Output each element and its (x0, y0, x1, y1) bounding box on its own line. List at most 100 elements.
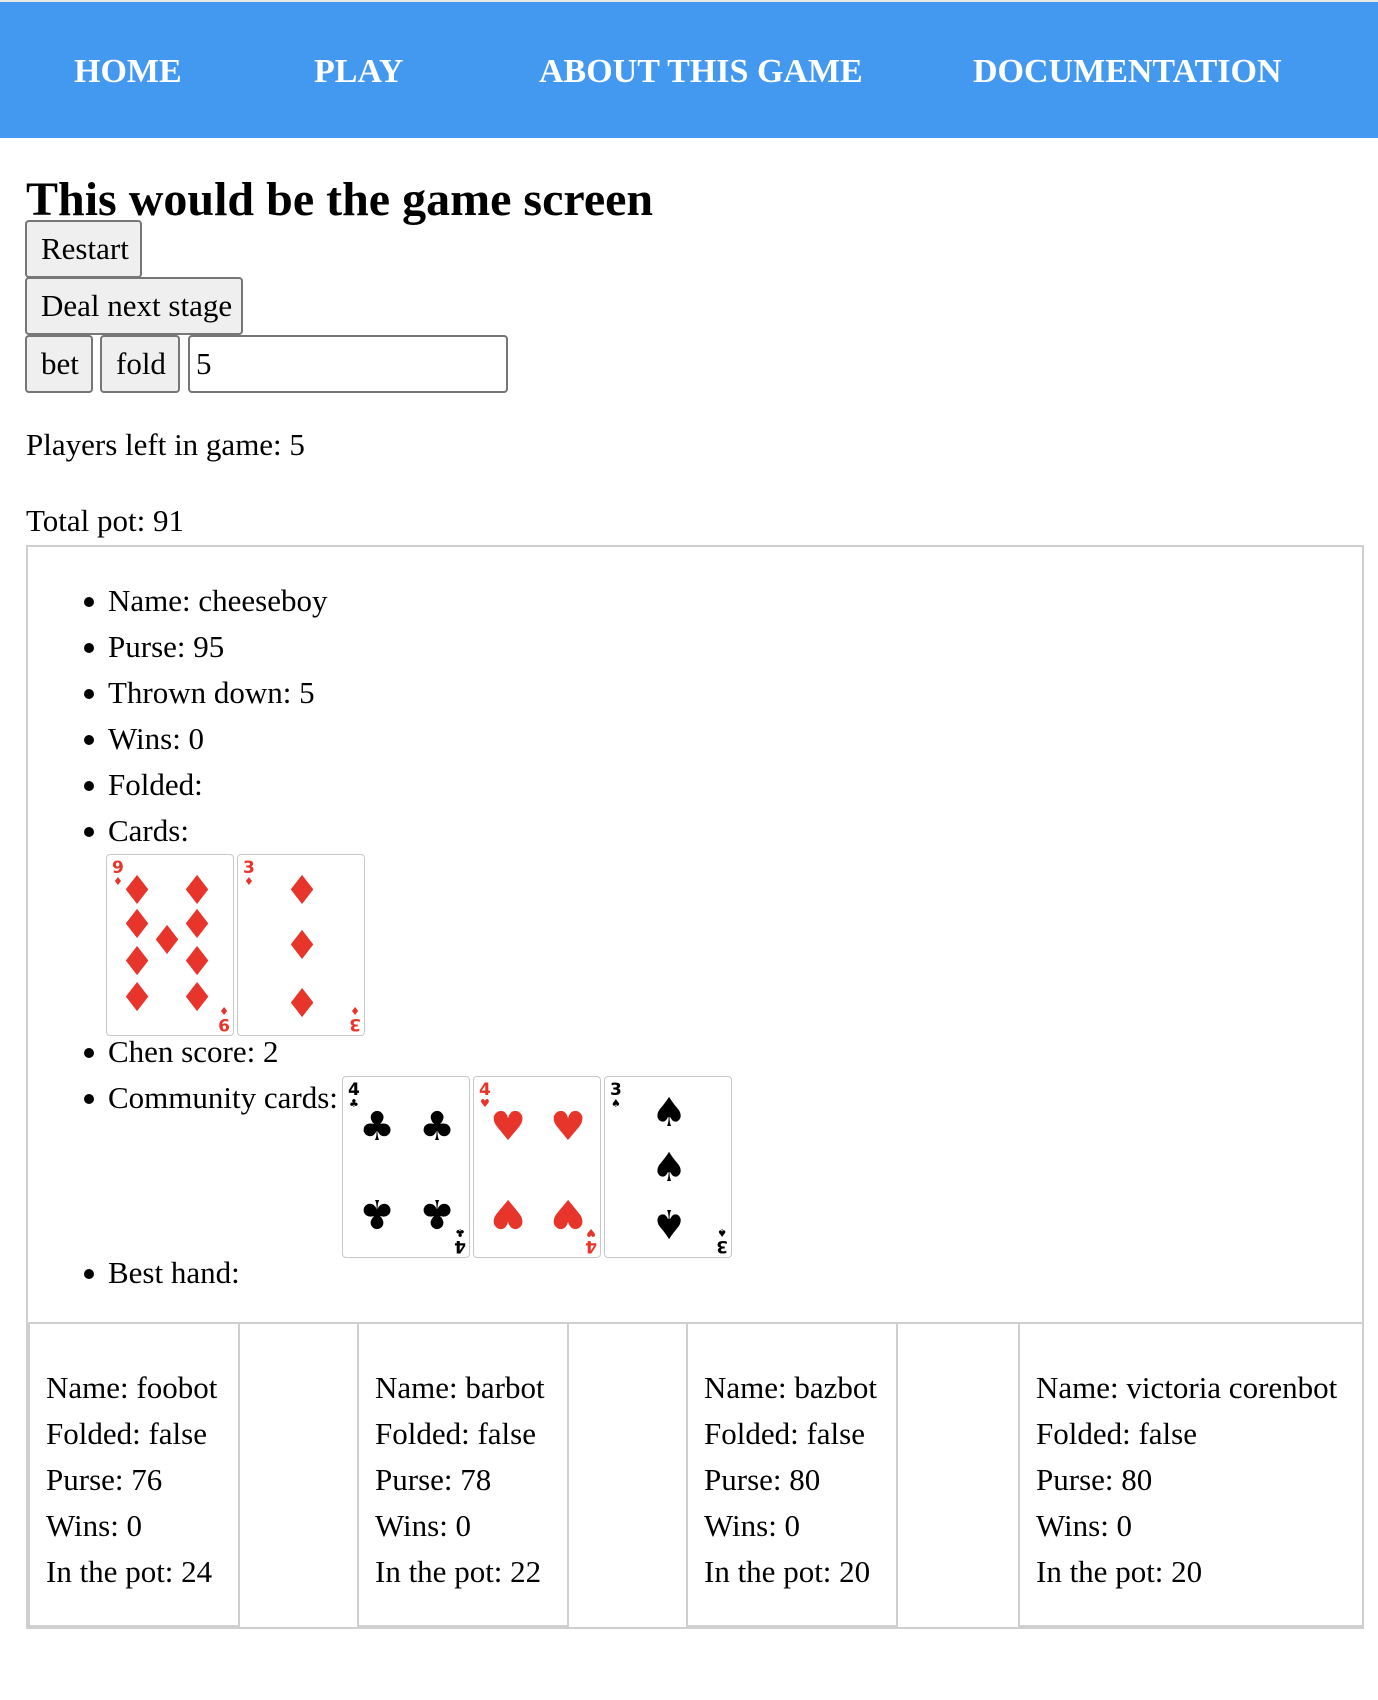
card-suit-top: ♥ (480, 1097, 490, 1110)
player-chen-score: Chen score: 2 (108, 1034, 279, 1069)
deal-next-stage-button[interactable]: Deal next stage (25, 277, 243, 335)
bullet-dot (84, 781, 94, 791)
card-face: 3♠3♠♠♠♠ (610, 1080, 728, 1256)
opponent-pot: In the pot: 24 (46, 1554, 213, 1589)
player-chen-item: Chen score: 2 (84, 1032, 279, 1072)
player-purse-item: Purse: 95 (84, 627, 225, 667)
opponent-pot: In the pot: 20 (704, 1554, 871, 1589)
player-thrown-down: Thrown down: 5 (108, 675, 315, 710)
spades-pip-icon: ♠ (651, 1200, 687, 1246)
opponent-folded: Folded: false (46, 1416, 207, 1451)
opponent-wins: Wins: 0 (704, 1508, 801, 1543)
hearts-pip-icon: ♥ (550, 1190, 586, 1236)
bet-button[interactable]: bet (25, 335, 93, 393)
diamonds-pip-icon: ♦ (284, 868, 320, 914)
community-card-0: 4 ♣ 4 ♣ ♣ ♣ ♣ ♣ (342, 1076, 470, 1258)
opponent-wins: Wins: 0 (375, 1508, 472, 1543)
card-suit-top: ♣ (349, 1097, 359, 1110)
player-wins: Wins: 0 (108, 721, 205, 756)
opponent-cell-bazbot: Name: bazbot Folded: false Purse: 80 Win… (686, 1323, 898, 1627)
bet-amount-input[interactable] (188, 335, 508, 393)
card-face: 4♣4♣♣ ♣♣ ♣ (348, 1080, 466, 1256)
opponent-cell-barbot: Name: barbot Folded: false Purse: 78 Win… (357, 1323, 569, 1627)
bullet-dot (84, 597, 94, 607)
community-cards-label: Community cards: (108, 1080, 338, 1115)
spades-pip-icon: ♠ (651, 1090, 687, 1136)
bullet-dot (84, 643, 94, 653)
player-community-item: Community cards: (84, 1078, 338, 1118)
hand-card-0: 9 ♦ 9 ♦ ♦ ♦ ♦ ♦ ♦ ♦ ♦ ♦ ♦ (106, 854, 234, 1036)
opponent-name: Name: foobot (46, 1370, 218, 1405)
opponent-name: Name: bazbot (704, 1370, 878, 1405)
nav-about-link[interactable]: ABOUT THIS GAME (539, 52, 863, 92)
hearts-pip-icon: ♥ (490, 1104, 526, 1150)
card-face: 9♦9♦♦ ♦♦ ♦♦♦ ♦♦ ♦ (112, 858, 230, 1034)
opponent-cell-foobot: Name: foobot Folded: false Purse: 76 Win… (28, 1323, 240, 1627)
bullet-dot (84, 689, 94, 699)
player-cards-label: Cards: (108, 813, 189, 848)
player-name-item: Name: cheeseboy (84, 581, 328, 621)
top-navbar: HOME PLAY ABOUT THIS GAME DOCUMENTATION (0, 0, 1378, 138)
opponent-folded: Folded: false (704, 1416, 865, 1451)
hearts-pip-icon: ♥ (490, 1190, 526, 1236)
total-pot-text: Total pot: 91 (26, 503, 184, 538)
diamonds-pip-icon: ♦ (119, 972, 155, 1018)
opponent-pot: In the pot: 20 (1036, 1554, 1203, 1589)
player-folded-item: Folded: (84, 765, 203, 805)
bullet-dot (84, 1048, 94, 1058)
community-card-2: 3 ♠ 3 ♠ ♠ ♠ ♠ (604, 1076, 732, 1258)
opponent-purse: Purse: 80 (1036, 1462, 1153, 1497)
opponent-folded: Folded: false (1036, 1416, 1197, 1451)
nav-documentation-link[interactable]: DOCUMENTATION (973, 52, 1282, 92)
player-thrown-down-item: Thrown down: 5 (84, 673, 315, 713)
card-suit-bottom: ♥ (586, 1226, 596, 1239)
spades-pip-icon: ♠ (651, 1145, 687, 1191)
player-panel: Name: cheeseboy Purse: 95 Thrown down: 5… (26, 545, 1364, 1324)
card-suit-bottom: ♣ (455, 1226, 465, 1239)
card-suit-bottom: ♠ (717, 1226, 727, 1239)
bullet-dot (84, 735, 94, 745)
card-suit-top: ♦ (244, 875, 254, 888)
opponent-purse: Purse: 80 (704, 1462, 821, 1497)
card-suit-bottom: ♦ (219, 1004, 229, 1017)
opponent-folded: Folded: false (375, 1416, 536, 1451)
community-card-1: 4 ♥ 4 ♥ ♥ ♥ ♥ ♥ (473, 1076, 601, 1258)
player-folded: Folded: (108, 767, 203, 802)
card-face: 4♥4♥♥ ♥♥ ♥ (479, 1080, 597, 1256)
bullet-dot (84, 1269, 94, 1279)
opponent-wins: Wins: 0 (46, 1508, 143, 1543)
players-left-text: Players left in game: 5 (26, 427, 305, 462)
best-hand: Best hand: (108, 1255, 240, 1290)
opponents-table: Name: foobot Folded: false Purse: 76 Win… (26, 1323, 1364, 1629)
player-wins-item: Wins: 0 (84, 719, 205, 759)
restart-button[interactable]: Restart (25, 220, 142, 278)
player-name: Name: cheeseboy (108, 583, 328, 618)
opponent-purse: Purse: 78 (375, 1462, 492, 1497)
opponent-pot: In the pot: 22 (375, 1554, 542, 1589)
fold-button[interactable]: fold (100, 335, 180, 393)
clubs-pip-icon: ♣ (419, 1104, 455, 1150)
opponent-name: Name: victoria corenbot (1036, 1370, 1338, 1405)
opponent-name: Name: barbot (375, 1370, 545, 1405)
clubs-pip-icon: ♣ (359, 1104, 395, 1150)
player-cards-item: Cards: (84, 811, 189, 851)
diamonds-pip-icon: ♦ (284, 978, 320, 1024)
opponent-purse: Purse: 76 (46, 1462, 163, 1497)
player-purse: Purse: 95 (108, 629, 225, 664)
card-face: 3♦3♦♦♦♦ (243, 858, 361, 1034)
hearts-pip-icon: ♥ (550, 1104, 586, 1150)
opponent-wins: Wins: 0 (1036, 1508, 1133, 1543)
clubs-pip-icon: ♣ (419, 1190, 455, 1236)
card-suit-bottom: ♦ (350, 1004, 360, 1017)
diamonds-pip-icon: ♦ (284, 923, 320, 969)
card-suit-top: ♠ (611, 1097, 621, 1110)
bullet-dot (84, 827, 94, 837)
opponent-cell-victoria-corenbot: Name: victoria corenbot Folded: false Pu… (1018, 1323, 1364, 1627)
bullet-dot (84, 1094, 94, 1104)
diamonds-pip-icon: ♦ (179, 972, 215, 1018)
nav-play-link[interactable]: PLAY (314, 52, 403, 92)
hand-card-1: 3 ♦ 3 ♦ ♦ ♦ ♦ (237, 854, 365, 1036)
clubs-pip-icon: ♣ (359, 1190, 395, 1236)
nav-home-link[interactable]: HOME (74, 52, 182, 92)
player-best-hand-item: Best hand: (84, 1253, 240, 1293)
